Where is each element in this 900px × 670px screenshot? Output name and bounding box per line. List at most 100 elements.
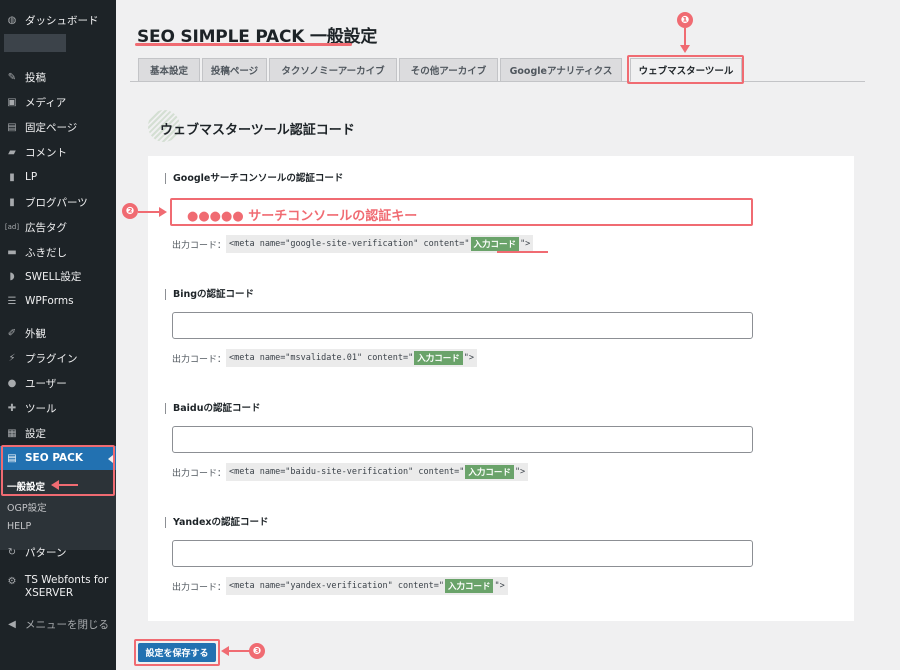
sidebar-item-patterns[interactable]: ↻ パターン	[0, 540, 116, 564]
annotation-tag-underline	[497, 251, 548, 253]
pin-icon: ✎	[7, 71, 17, 83]
sidebar-item-lp[interactable]: ▮ LP	[0, 165, 116, 189]
code-before: <meta name="yandex-verification" content…	[229, 581, 444, 591]
dashboard-icon: ◍	[7, 14, 17, 26]
annotation-marker-2: ❷	[122, 203, 138, 219]
bing-output-code: 出力コード： <meta name="msvalidate.01" conten…	[172, 349, 478, 367]
sidebar-item-swell-settings[interactable]: ◗ SWELL設定	[0, 264, 116, 288]
sidebar-item-ts-webfonts[interactable]: ⚙ TS Webfonts for XSERVER	[0, 574, 116, 610]
annotation-arrow-2	[138, 211, 160, 213]
code-before: <meta name="msvalidate.01" content="	[229, 353, 414, 363]
input-code-tag: 入力コード	[444, 579, 494, 593]
baidu-verification-input[interactable]	[172, 426, 753, 453]
tab-google-analytics[interactable]: Googleアナリティクス	[500, 58, 622, 82]
input-code-tag: 入力コード	[470, 237, 520, 251]
bing-field-label: Bingの認証コード	[165, 289, 254, 300]
media-icon: ▣	[7, 96, 17, 108]
tab-taxonomy-archive[interactable]: タクソノミーアーカイブ	[269, 58, 397, 82]
annotation-box-seo-pack	[1, 445, 115, 496]
ad-icon: [ad]	[4, 223, 20, 231]
yandex-verification-input[interactable]	[172, 540, 753, 567]
code-after: ">	[463, 353, 475, 363]
annotation-arrowhead	[159, 207, 167, 217]
output-code-snippet: <meta name="baidu-site-verification" con…	[226, 463, 529, 481]
sidebar-item-balloon[interactable]: ▬ ふきだし	[0, 240, 116, 264]
sidebar-item-users[interactable]: ● ユーザー	[0, 371, 116, 395]
user-icon: ●	[7, 377, 17, 389]
code-after: ">	[494, 581, 505, 591]
collapse-menu-button[interactable]: ◀ メニューを閉じる	[0, 612, 116, 636]
annotation-arrow-1	[684, 28, 686, 46]
bing-verification-input[interactable]	[172, 312, 753, 339]
output-code-snippet: <meta name="yandex-verification" content…	[226, 577, 508, 595]
sidebar-item-label: コメント	[25, 146, 67, 159]
sidebar-item-label: WPForms	[25, 295, 74, 307]
sidebar-item-label: 設定	[25, 427, 46, 440]
pattern-icon: ↻	[7, 546, 17, 558]
output-code-prefix: 出力コード：	[172, 354, 227, 365]
annotation-arrow-3	[228, 650, 250, 652]
sidebar-item-label: メニューを閉じる	[25, 618, 109, 631]
sidebar-item-dashboard[interactable]: ◍ ダッシュボード	[0, 8, 116, 32]
folder-icon: ▮	[9, 196, 15, 208]
sidebar-item-blog-parts[interactable]: ▮ ブログパーツ	[0, 190, 116, 214]
collapse-icon: ◀	[8, 618, 16, 630]
annotation-marker-3: ❸	[249, 643, 265, 659]
input-code-tag: 入力コード	[414, 351, 463, 365]
sidebar-item-appearance[interactable]: ✐ 外観	[0, 321, 116, 345]
redacted-block	[4, 34, 66, 52]
google-verification-value: ●●●●● サーチコンソールの認証キー	[187, 209, 418, 224]
code-after: ">	[514, 467, 526, 477]
submenu-item-help[interactable]: HELP	[7, 521, 31, 532]
forms-icon: ☰	[7, 295, 17, 307]
plugin-icon: ⚡	[8, 352, 16, 364]
sidebar-item-ad-tags[interactable]: [ad] 広告タグ	[0, 215, 116, 239]
sidebar-item-settings[interactable]: ▦ 設定	[0, 421, 116, 445]
wrench-icon: ✚	[7, 402, 17, 414]
sidebar-item-label: TS Webfonts for XSERVER	[24, 574, 109, 599]
sidebar-item-label: ふきだし	[25, 246, 67, 259]
speech-icon: ▬	[7, 246, 17, 258]
tab-basic[interactable]: 基本設定	[138, 58, 200, 82]
settings-icon: ▦	[7, 427, 17, 439]
tab-post-page[interactable]: 投稿ページ	[202, 58, 267, 82]
tab-other-archive[interactable]: その他アーカイブ	[399, 58, 498, 82]
sidebar-item-label: ユーザー	[25, 377, 67, 390]
baidu-output-code: 出力コード： <meta name="baidu-site-verificati…	[172, 463, 529, 481]
section-title: ウェブマスターツール認証コード	[160, 123, 355, 138]
sidebar-item-plugins[interactable]: ⚡ プラグイン	[0, 346, 116, 370]
output-code-prefix: 出力コード：	[172, 240, 227, 251]
input-code-tag: 入力コード	[465, 465, 514, 479]
sidebar-item-label: ツール	[25, 402, 57, 415]
yandex-output-code: 出力コード： <meta name="yandex-verification" …	[172, 577, 508, 595]
gear-icon: ⚙	[7, 575, 17, 587]
folder-icon: ▮	[9, 171, 15, 183]
title-underline	[135, 43, 352, 46]
sidebar-item-label: LP	[25, 171, 38, 183]
sidebar-item-wpforms[interactable]: ☰ WPForms	[0, 289, 116, 313]
code-before: <meta name="baidu-site-verification" con…	[229, 467, 465, 477]
sidebar-item-label: 投稿	[25, 71, 46, 84]
sidebar-item-tools[interactable]: ✚ ツール	[0, 396, 116, 420]
output-code-prefix: 出力コード：	[172, 582, 227, 593]
google-output-code: 出力コード： <meta name="google-site-verificat…	[172, 235, 534, 253]
submenu-item-ogp[interactable]: OGP設定	[7, 500, 47, 514]
sidebar-item-label: 広告タグ	[25, 221, 67, 234]
sidebar-item-pages[interactable]: ▤ 固定ページ	[0, 115, 116, 139]
annotation-box-active-tab	[627, 55, 744, 84]
output-code-snippet: <meta name="msvalidate.01" content=" 入力コー…	[226, 349, 478, 367]
output-code-snippet: <meta name="google-site-verification" co…	[226, 235, 534, 253]
sidebar-item-comments[interactable]: ▰ コメント	[0, 140, 116, 164]
admin-sidebar: ◍ ダッシュボード ✎ 投稿 ▣ メディア ▤ 固定ページ ▰ コメント ▮ L…	[0, 0, 116, 670]
swell-icon: ◗	[9, 270, 15, 282]
sidebar-item-label: SWELL設定	[25, 270, 82, 283]
sidebar-item-media[interactable]: ▣ メディア	[0, 90, 116, 114]
brush-icon: ✐	[7, 327, 17, 339]
sidebar-item-label: ブログパーツ	[25, 196, 88, 209]
comment-icon: ▰	[8, 146, 16, 158]
sidebar-item-label: パターン	[25, 546, 67, 559]
yandex-field-label: Yandexの認証コード	[165, 517, 269, 528]
baidu-field-label: Baiduの認証コード	[165, 403, 260, 414]
sidebar-item-label: ダッシュボード	[25, 14, 99, 27]
sidebar-item-posts[interactable]: ✎ 投稿	[0, 65, 116, 89]
